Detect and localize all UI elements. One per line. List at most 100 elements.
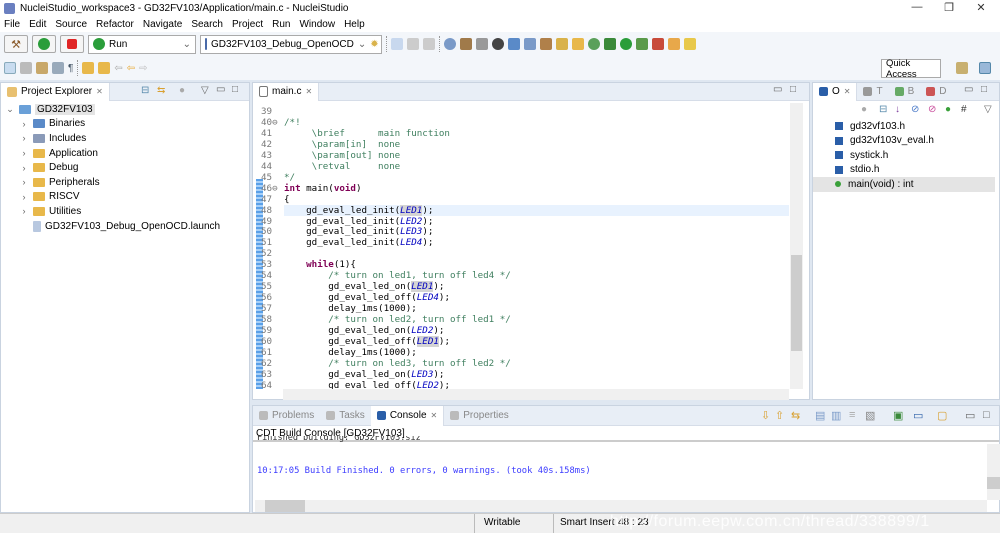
tree-item[interactable]: › RISCV (1, 190, 249, 205)
back-arrow-icon[interactable]: ⇦ (127, 63, 135, 74)
scroll-up-icon[interactable]: ⇧ (775, 409, 784, 422)
view-menu-icon[interactable]: ▽ (984, 104, 992, 115)
collapse-all-icon[interactable]: ⊟ (879, 104, 887, 115)
tree-item[interactable]: › Binaries (1, 117, 249, 132)
launch-config-select[interactable]: GD32FV103_Debug_OpenOCD ⌄ ✹ (200, 34, 382, 54)
display-console-icon[interactable]: ▭ (913, 409, 923, 422)
brush-icon[interactable] (684, 38, 696, 50)
chevron-right-icon[interactable]: › (19, 177, 29, 187)
tree-item[interactable]: GD32FV103_Debug_OpenOCD.launch (1, 219, 249, 234)
menu-project[interactable]: Project (232, 19, 263, 30)
c-perspective-icon[interactable] (979, 62, 991, 74)
scrollbar-thumb[interactable] (791, 255, 802, 351)
outline-item[interactable]: gd32vf103.h (813, 119, 999, 134)
menu-source[interactable]: Source (55, 19, 87, 30)
next-annotation-icon[interactable] (82, 62, 95, 74)
tree-item[interactable]: › Debug (1, 160, 249, 175)
console-horizontal-scrollbar[interactable] (255, 500, 987, 512)
chip-icon[interactable] (540, 38, 552, 50)
external-tools-icon[interactable] (652, 38, 664, 50)
sort-icon[interactable]: ↓ (895, 104, 900, 115)
maximize-button[interactable]: ❐ (934, 1, 964, 14)
save-icon[interactable] (407, 38, 419, 50)
menu-run[interactable]: Run (272, 19, 290, 30)
annotation-icon[interactable] (20, 62, 32, 74)
chevron-right-icon[interactable]: › (19, 163, 29, 173)
gear-icon[interactable]: ✹ (370, 39, 378, 50)
view-menu-icon[interactable]: ▽ (201, 85, 209, 96)
minimize-icon[interactable]: ▭ (964, 84, 973, 95)
back-icon[interactable]: ⇦ (114, 63, 122, 74)
close-icon[interactable]: ✕ (844, 87, 851, 96)
tree-item[interactable]: › Includes (1, 131, 249, 146)
chevron-right-icon[interactable]: › (19, 119, 29, 129)
minimize-icon[interactable]: ▭ (773, 84, 782, 95)
remove-console-icon[interactable]: ▧ (865, 409, 875, 422)
close-button[interactable]: ✕ (966, 1, 996, 14)
chevron-right-icon[interactable]: › (19, 148, 29, 158)
debug-icon[interactable] (444, 38, 456, 50)
menu-file[interactable]: File (4, 19, 20, 30)
tab-main-c[interactable]: main.c ✕ (253, 82, 320, 101)
run-icon[interactable] (620, 38, 632, 50)
minimize-button[interactable]: — (902, 1, 932, 13)
tab-outline-b[interactable]: B (889, 83, 921, 101)
outline-item[interactable]: main(void) : int (813, 177, 995, 192)
menu-search[interactable]: Search (191, 19, 223, 30)
bug-icon[interactable] (604, 38, 616, 50)
link-editor-icon[interactable]: ⇆ (157, 85, 165, 96)
code-editor[interactable]: 39 40⊖ /*! 41 \brief main function 42 \param… (253, 103, 789, 391)
minimize-icon[interactable]: ▭ (965, 409, 975, 422)
open-folder-icon[interactable] (572, 38, 584, 50)
group-icon[interactable]: # (961, 104, 967, 115)
hide-nonpublic-icon[interactable]: ● (945, 104, 951, 115)
tree-item[interactable]: › Utilities (1, 204, 249, 219)
chevron-right-icon[interactable]: › (19, 133, 29, 143)
launch-mode-select[interactable]: Run ⌄ (88, 34, 196, 54)
close-icon[interactable]: ✕ (96, 87, 103, 96)
open-perspective-icon[interactable] (956, 62, 968, 74)
filter-icon[interactable]: ● (179, 85, 185, 96)
maximize-icon[interactable]: □ (232, 84, 238, 95)
tree-item[interactable]: › Peripherals (1, 175, 249, 190)
clear-console-icon[interactable]: ▤ (815, 409, 825, 422)
tab-console[interactable]: Console ✕ (370, 405, 445, 426)
open-console-icon[interactable]: ▣ (893, 409, 903, 422)
tab-outline-d[interactable]: D (920, 83, 952, 101)
prev-annotation-icon[interactable] (98, 62, 111, 74)
vertical-scrollbar[interactable] (790, 103, 803, 389)
scroll-down-icon[interactable]: ⇩ (761, 409, 770, 422)
outline-item[interactable]: gd32vf103v_eval.h (813, 134, 999, 149)
pilcrow-icon[interactable]: ¶ (68, 63, 73, 74)
menu-window[interactable]: Window (299, 19, 335, 30)
scroll-lock-icon[interactable]: ⇆ (791, 409, 800, 422)
maximize-icon[interactable]: □ (983, 409, 990, 421)
tree-item-project[interactable]: ⌄ GD32FV103 (1, 102, 249, 117)
maximize-icon[interactable]: □ (981, 84, 987, 95)
refresh-icon[interactable] (524, 38, 536, 50)
coverage-icon[interactable] (636, 38, 648, 50)
outline-item[interactable]: systick.h (813, 148, 999, 163)
close-icon[interactable]: ✕ (431, 411, 438, 420)
menu-navigate[interactable]: Navigate (143, 19, 182, 30)
chevron-right-icon[interactable]: › (19, 192, 29, 202)
show-whitespace-icon[interactable] (52, 62, 64, 74)
tab-properties[interactable]: Properties (444, 406, 515, 426)
tab-project-explorer[interactable]: Project Explorer ✕ (1, 82, 110, 101)
search-icon[interactable] (492, 38, 504, 50)
open-type-icon[interactable] (668, 38, 680, 50)
menu-edit[interactable]: Edit (29, 19, 46, 30)
tab-outline-o[interactable]: O ✕ (813, 82, 858, 101)
build-config-icon[interactable] (460, 38, 472, 50)
new-console-icon[interactable]: ▢ (937, 409, 947, 422)
console-vertical-scrollbar[interactable] (987, 444, 1000, 500)
new-project-icon[interactable] (556, 38, 568, 50)
menu-refactor[interactable]: Refactor (96, 19, 134, 30)
save-all-icon[interactable] (423, 38, 435, 50)
outline-item[interactable]: stdio.h (813, 163, 999, 178)
hide-fields-icon[interactable]: ⊘ (911, 104, 919, 115)
forward-arrow-icon[interactable]: ⇨ (139, 63, 147, 74)
filter-icon[interactable]: ● (861, 104, 867, 115)
quick-access-input[interactable]: Quick Access (881, 58, 941, 80)
new-class-icon[interactable] (588, 38, 600, 50)
